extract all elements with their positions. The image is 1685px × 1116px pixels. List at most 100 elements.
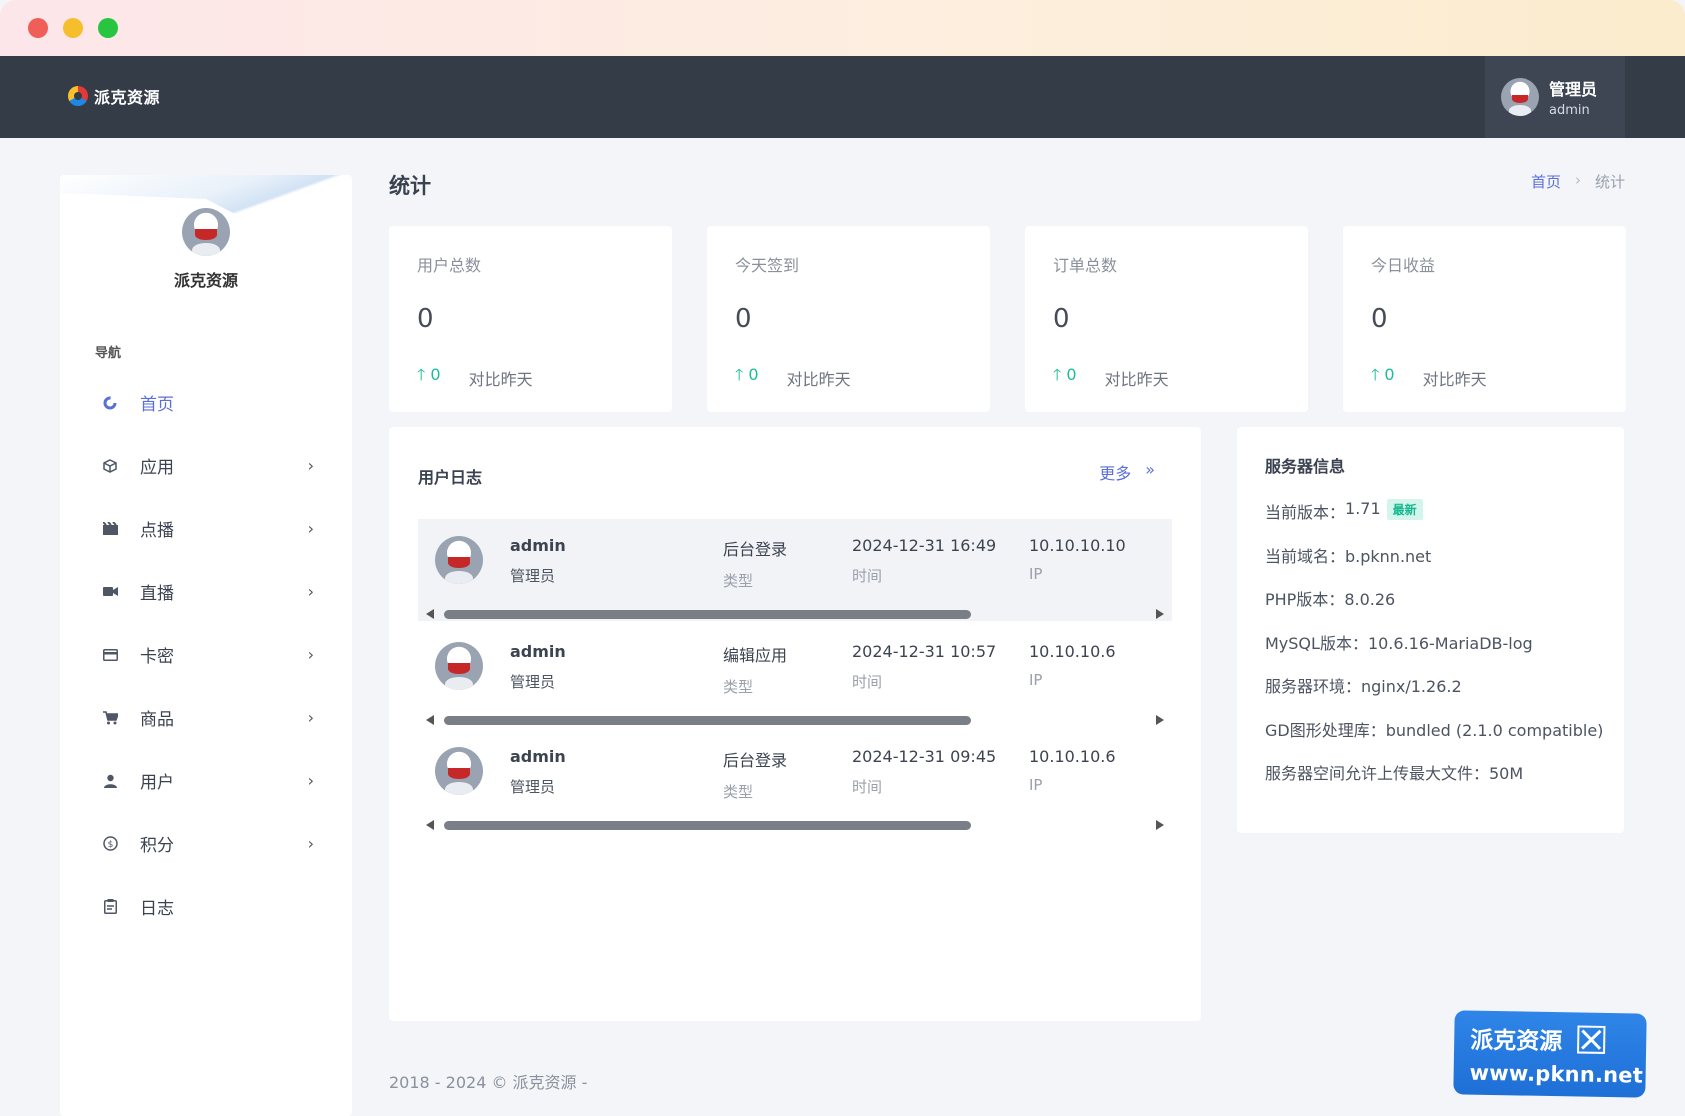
chevron-right-icon: › [307, 519, 314, 538]
stat-title: 今天签到 [735, 256, 800, 275]
stat-title: 用户总数 [417, 256, 482, 275]
sidebar-item-label: 卡密 [140, 647, 174, 667]
sidebar-item-users[interactable]: 用户 › [60, 749, 352, 812]
video-camera-icon [102, 584, 118, 600]
arrow-up-icon: 🡑 [735, 365, 744, 384]
log-time-label: 时间 [852, 673, 883, 691]
scroll-right-icon[interactable] [1156, 820, 1164, 830]
panel-title: 服务器信息 [1265, 457, 1346, 476]
sidebar-item-label: 应用 [140, 458, 174, 478]
log-row[interactable]: admin 管理员 编辑应用 类型 2024-12-31 10:57 时间 10.10… [418, 625, 1172, 727]
nav-heading: 导航 [95, 346, 122, 361]
stat-value: 0 [735, 304, 752, 334]
card-icon [102, 647, 118, 663]
horizontal-scrollbar[interactable] [418, 715, 1172, 725]
svg-text:$: $ [107, 840, 113, 850]
dashboard-icon [102, 395, 118, 411]
stat-footer: 🡑 0 对比昨天 [1053, 364, 1280, 391]
avatar [435, 536, 483, 584]
sidebar-item-label: 商品 [140, 710, 174, 730]
sidebar-item-points[interactable]: $ 积分 › [60, 812, 352, 875]
stat-delta: 🡑 0 [735, 365, 759, 384]
sidebar-item-label: 积分 [140, 836, 174, 856]
film-icon [102, 521, 118, 537]
horizontal-scrollbar[interactable] [418, 820, 1172, 830]
scroll-left-icon[interactable] [426, 820, 434, 830]
sidebar-nav: 首页 应用 › 点播 › 直播 › 卡密 › 商品 › 用户 › $ 积分 › … [60, 371, 352, 938]
server-gd-library: GD图形处理库：bundled (2.1.0 compatible) [1265, 720, 1604, 740]
sidebar-item-label: 日志 [140, 899, 174, 919]
chevron-right-icon: › [307, 645, 314, 664]
log-type-label: 类型 [723, 678, 754, 696]
scissors-icon [1577, 1025, 1606, 1054]
server-environment: 服务器环境：nginx/1.26.2 [1265, 677, 1462, 696]
stat-card-users: 用户总数 0 🡑 0 对比昨天 [389, 226, 672, 412]
sidebar-item-logs[interactable]: 日志 [60, 875, 352, 938]
close-window-button[interactable] [28, 18, 48, 38]
sidebar-item-products[interactable]: 商品 › [60, 686, 352, 749]
log-time-label: 时间 [852, 567, 883, 585]
log-role: 管理员 [510, 778, 556, 796]
sidebar-item-live[interactable]: 直播 › [60, 560, 352, 623]
chevron-right-icon: › [307, 708, 314, 727]
clipboard-icon [102, 899, 118, 915]
scroll-right-icon[interactable] [1156, 715, 1164, 725]
watermark-name: 派克资源 [1469, 1027, 1563, 1056]
sidebar-item-label: 用户 [140, 773, 174, 793]
breadcrumb-home-link[interactable]: 首页 [1531, 171, 1561, 192]
horizontal-scrollbar[interactable] [418, 609, 1172, 619]
stat-value: 0 [1371, 304, 1388, 334]
more-link[interactable]: 更多 » [1099, 460, 1155, 484]
server-info-panel: 服务器信息 当前版本： 1.71 最新 当前域名：b.pknn.net PHP版本：… [1237, 427, 1624, 833]
scroll-left-icon[interactable] [426, 715, 434, 725]
scroll-left-icon[interactable] [426, 609, 434, 619]
scrollbar-thumb[interactable] [444, 716, 971, 725]
server-version: 当前版本： 1.71 最新 [1265, 499, 1603, 543]
stat-compare-label: 对比昨天 [1422, 369, 1487, 389]
stat-card-orders: 订单总数 0 🡑 0 对比昨天 [1025, 226, 1308, 412]
sidebar-item-cards[interactable]: 卡密 › [60, 623, 352, 686]
maximize-window-button[interactable] [98, 18, 118, 38]
scroll-right-icon[interactable] [1156, 609, 1164, 619]
log-row[interactable]: admin 管理员 后台登录 类型 2024-12-31 16:49 时间 10.10… [418, 519, 1172, 621]
stat-card-revenue: 今日收益 0 🡑 0 对比昨天 [1343, 226, 1626, 412]
scrollbar-thumb[interactable] [444, 610, 971, 619]
chevron-right-icon: › [307, 456, 314, 475]
cart-icon [102, 710, 118, 726]
sidebar-item-label: 点播 [140, 521, 174, 541]
log-type-label: 类型 [723, 783, 754, 801]
brand-logo-link[interactable]: 派克资源 [68, 84, 160, 108]
page-footer: 2018 - 2024 © 派克资源 - [389, 1073, 588, 1092]
stat-compare-label: 对比昨天 [468, 369, 533, 389]
sidebar-avatar[interactable] [182, 208, 230, 256]
coin-icon: $ [102, 836, 118, 852]
latest-badge: 最新 [1386, 499, 1423, 520]
log-time: 2024-12-31 16:49 [852, 536, 997, 555]
breadcrumb: 首页 › 统计 [1531, 171, 1625, 192]
minimize-window-button[interactable] [63, 18, 83, 38]
watermark-url: www.pknn.net [1469, 1060, 1644, 1088]
log-ip-label: IP [1029, 671, 1043, 689]
log-type: 编辑应用 [723, 646, 788, 665]
arrow-up-icon: 🡑 [1371, 365, 1380, 384]
top-navbar: 派克资源 管理员 admin [0, 56, 1685, 138]
sidebar-item-vod[interactable]: 点播 › [60, 497, 352, 560]
avatar [435, 642, 483, 690]
user-menu[interactable]: 管理员 admin [1485, 56, 1625, 138]
sidebar-item-home[interactable]: 首页 [60, 371, 352, 434]
stat-value: 0 [417, 304, 434, 334]
server-domain: 当前域名：b.pknn.net [1265, 546, 1432, 566]
scrollbar-thumb[interactable] [444, 821, 971, 830]
log-row[interactable]: admin 管理员 后台登录 类型 2024-12-31 09:45 时间 10.10… [418, 730, 1172, 832]
log-type: 后台登录 [723, 751, 788, 770]
breadcrumb-current: 统计 [1594, 173, 1625, 191]
sidebar: 派克资源 导航 首页 应用 › 点播 › 直播 › 卡密 › 商品 › 用户 ›… [60, 175, 352, 1116]
sidebar-brand-name: 派克资源 [173, 271, 238, 290]
brand-name: 派克资源 [94, 88, 161, 107]
server-mysql-version: MySQL版本：10.6.16-MariaDB-log [1265, 633, 1533, 653]
log-ip-label: IP [1029, 565, 1043, 583]
stat-footer: 🡑 0 对比昨天 [417, 364, 644, 391]
user-log-panel: 用户日志 更多 » admin 管理员 后台登录 类型 2024-12-31 16:… [389, 427, 1201, 1021]
sidebar-item-apps[interactable]: 应用 › [60, 434, 352, 497]
stat-title: 今日收益 [1371, 256, 1436, 275]
